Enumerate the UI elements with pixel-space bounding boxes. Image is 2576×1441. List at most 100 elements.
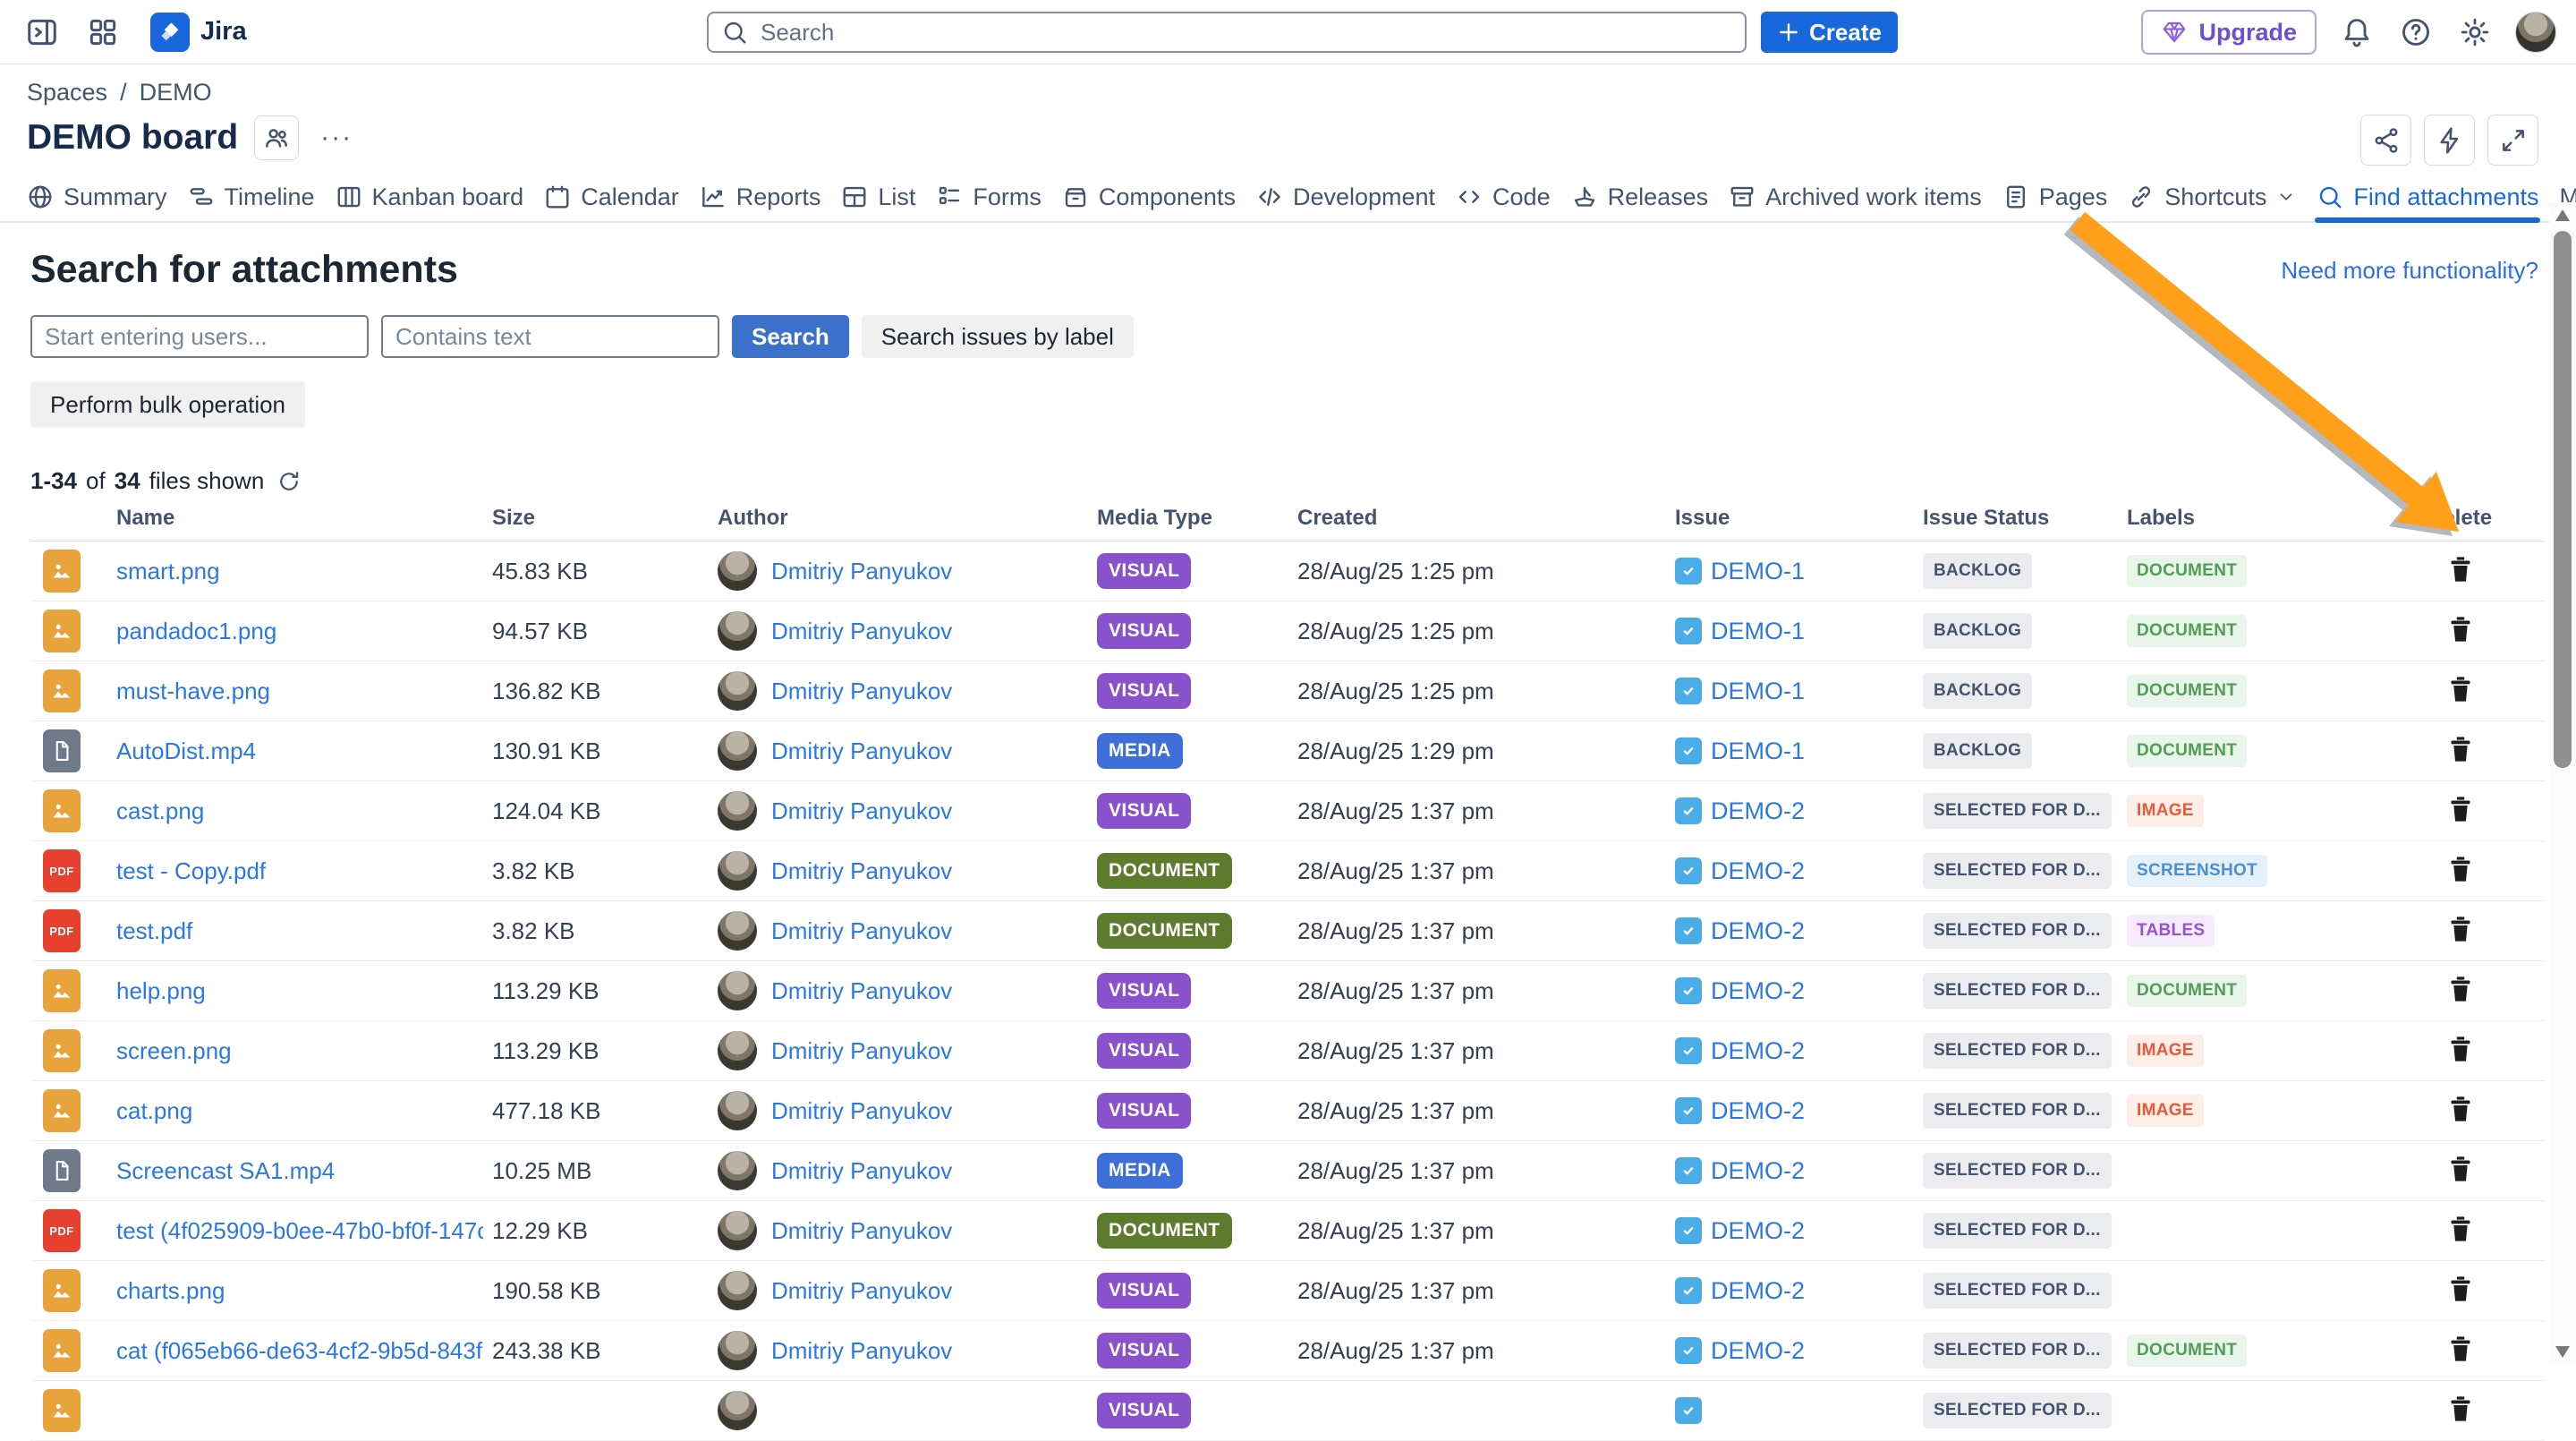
author-link[interactable]: Dmitriy Panyukov (771, 678, 952, 705)
tab-timeline[interactable]: Timeline (188, 173, 315, 221)
create-button[interactable]: Create (1761, 12, 1898, 53)
file-name-link[interactable]: charts.png (116, 1277, 483, 1305)
notifications-button[interactable] (2338, 13, 2376, 51)
file-name-link[interactable]: cast.png (116, 797, 483, 825)
contains-text-input[interactable] (381, 315, 719, 358)
tab-forms[interactable]: Forms (936, 173, 1041, 221)
author-link[interactable]: Dmitriy Panyukov (771, 1157, 952, 1185)
delete-attachment-button[interactable] (2445, 1333, 2476, 1365)
delete-attachment-button[interactable] (2445, 1153, 2476, 1185)
file-name-link[interactable]: pandadoc1.png (116, 618, 483, 645)
refresh-icon[interactable] (276, 469, 302, 494)
tab-list[interactable]: List (841, 173, 915, 221)
delete-attachment-button[interactable] (2445, 673, 2476, 705)
author-link[interactable]: Dmitriy Panyukov (771, 558, 952, 585)
scrollbar-thumb[interactable] (2554, 231, 2572, 768)
tab-code[interactable]: Code (1456, 173, 1551, 221)
board-members-button[interactable] (254, 115, 299, 160)
author-link[interactable]: Dmitriy Panyukov (771, 857, 952, 885)
delete-attachment-button[interactable] (2445, 1033, 2476, 1065)
tab-components[interactable]: Components (1062, 173, 1236, 221)
issue-link[interactable]: DEMO-2 (1711, 797, 1805, 825)
scroll-up-arrow[interactable] (2555, 209, 2570, 221)
vertical-scrollbar[interactable] (2549, 202, 2576, 1365)
author-link[interactable]: Dmitriy Panyukov (771, 1097, 952, 1125)
tab-releases[interactable]: Releases (1571, 173, 1709, 221)
delete-attachment-button[interactable] (2445, 793, 2476, 825)
tab-pages[interactable]: Pages (2002, 173, 2108, 221)
delete-attachment-button[interactable] (2445, 913, 2476, 945)
delete-attachment-button[interactable] (2445, 1093, 2476, 1125)
tab-reports[interactable]: Reports (700, 173, 821, 221)
tab-kanban-board[interactable]: Kanban board (336, 173, 524, 221)
file-name-link[interactable]: test.pdf (116, 917, 483, 945)
users-filter-input[interactable] (30, 315, 369, 358)
delete-attachment-button[interactable] (2445, 553, 2476, 585)
delete-attachment-button[interactable] (2445, 973, 2476, 1005)
settings-button[interactable] (2456, 13, 2494, 51)
share-button[interactable] (2360, 115, 2411, 166)
issue-link[interactable]: DEMO-1 (1711, 558, 1805, 585)
issue-link[interactable]: DEMO-1 (1711, 678, 1805, 705)
breadcrumb-spaces-link[interactable]: Spaces (27, 79, 107, 107)
issue-link[interactable]: DEMO-2 (1711, 977, 1805, 1005)
file-name-link[interactable]: screen.png (116, 1037, 483, 1065)
scroll-down-arrow[interactable] (2555, 1346, 2570, 1358)
file-name-link[interactable]: cat (f065eb66-de63-4cf2-9b5d-843f1b9e... (116, 1337, 483, 1365)
sidebar-toggle-button[interactable] (23, 13, 61, 51)
author-link[interactable]: Dmitriy Panyukov (771, 1277, 952, 1305)
issue-link[interactable]: DEMO-2 (1711, 1217, 1805, 1245)
breadcrumb-demo-link[interactable]: DEMO (140, 79, 212, 107)
file-name-link[interactable]: smart.png (116, 558, 483, 585)
board-more-actions-button[interactable]: ··· (315, 123, 358, 153)
delete-attachment-button[interactable] (2445, 1273, 2476, 1305)
author-link[interactable]: Dmitriy Panyukov (771, 1337, 952, 1365)
author-link[interactable]: Dmitriy Panyukov (771, 977, 952, 1005)
global-search-input[interactable] (759, 18, 1732, 47)
tab-calendar[interactable]: Calendar (544, 173, 679, 221)
issue-link[interactable]: DEMO-2 (1711, 917, 1805, 945)
delete-attachment-button[interactable] (2445, 853, 2476, 885)
tab-development[interactable]: Development (1256, 173, 1435, 221)
file-name-link[interactable]: cat.png (116, 1097, 483, 1125)
search-button[interactable]: Search (732, 315, 849, 358)
issue-link[interactable]: DEMO-2 (1711, 1097, 1805, 1125)
issue-link[interactable]: DEMO-2 (1711, 1277, 1805, 1305)
issue-link[interactable]: DEMO-2 (1711, 1337, 1805, 1365)
author-link[interactable]: Dmitriy Panyukov (771, 738, 952, 765)
file-name-link[interactable]: AutoDist.mp4 (116, 738, 483, 765)
file-name-link[interactable]: Screencast SA1.mp4 (116, 1157, 483, 1185)
issue-link[interactable]: DEMO-2 (1711, 1037, 1805, 1065)
app-switcher-button[interactable] (84, 13, 122, 51)
user-avatar[interactable] (2515, 12, 2556, 53)
jira-home-link[interactable]: Jira (150, 13, 247, 52)
issue-link[interactable]: DEMO-1 (1711, 738, 1805, 765)
file-name-link[interactable]: help.png (116, 977, 483, 1005)
automation-button[interactable] (2424, 115, 2475, 166)
upgrade-button[interactable]: Upgrade (2141, 10, 2317, 55)
delete-attachment-button[interactable] (2445, 613, 2476, 645)
search-issues-by-label-button[interactable]: Search issues by label (862, 315, 1134, 358)
delete-attachment-button[interactable] (2445, 733, 2476, 765)
tab-find-attachments[interactable]: Find attachments (2317, 173, 2538, 221)
need-more-functionality-link[interactable]: Need more functionality? (2281, 257, 2538, 285)
author-link[interactable]: Dmitriy Panyukov (771, 917, 952, 945)
perform-bulk-operation-button[interactable]: Perform bulk operation (30, 381, 305, 428)
issue-link[interactable]: DEMO-2 (1711, 1157, 1805, 1185)
tab-shortcuts[interactable]: Shortcuts (2128, 173, 2296, 221)
file-name-link[interactable]: must-have.png (116, 678, 483, 705)
fullscreen-button[interactable] (2487, 115, 2538, 166)
issue-link[interactable]: DEMO-2 (1711, 857, 1805, 885)
global-search[interactable] (707, 12, 1747, 53)
tab-archived-work-items[interactable]: Archived work items (1729, 173, 1982, 221)
delete-attachment-button[interactable] (2445, 1393, 2476, 1425)
help-button[interactable] (2397, 13, 2435, 51)
issue-link[interactable]: DEMO-1 (1711, 618, 1805, 645)
author-link[interactable]: Dmitriy Panyukov (771, 1217, 952, 1245)
author-link[interactable]: Dmitriy Panyukov (771, 1037, 952, 1065)
delete-attachment-button[interactable] (2445, 1213, 2476, 1245)
author-link[interactable]: Dmitriy Panyukov (771, 797, 952, 825)
file-name-link[interactable]: test (4f025909-b0ee-47b0-bf0f-147c8afd..… (116, 1217, 483, 1245)
file-name-link[interactable]: test - Copy.pdf (116, 857, 483, 885)
tab-summary[interactable]: Summary (27, 173, 167, 221)
